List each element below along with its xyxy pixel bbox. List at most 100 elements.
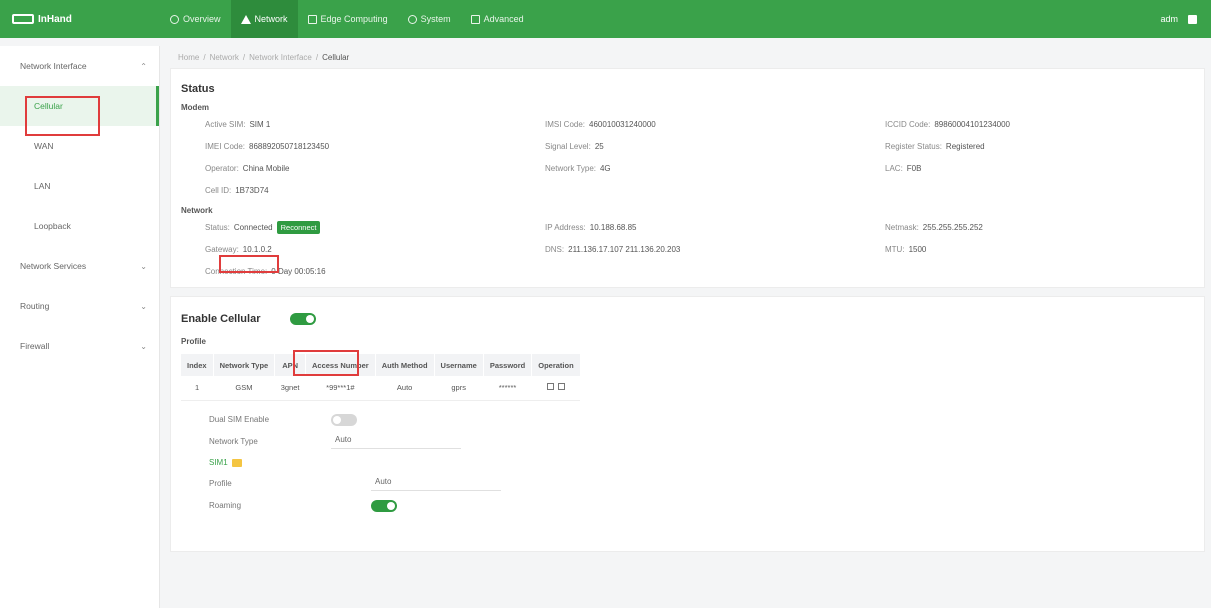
advanced-icon: [470, 14, 480, 24]
modem-section-label: Modem: [181, 103, 209, 112]
table-row: 1 GSM 3gnet *99***1# Auto gprs ******: [181, 376, 581, 401]
table-cell: 1: [181, 376, 214, 401]
table-header-cell: APN: [274, 354, 306, 376]
status-panel: Status Modem Active SIM: SIM 1 IMSI Code: 4…: [170, 68, 1205, 288]
network-info-item: IP Address: 10.188.68.85: [545, 221, 885, 233]
kv-value: Registered: [945, 141, 985, 151]
breadcrumb-item[interactable]: Network Interface: [249, 53, 312, 62]
sidebar: Network Interface ⌃ Cellular WAN LAN Loo…: [0, 46, 160, 608]
connection-status-value: Connected: [233, 222, 273, 232]
table-cell: Auto: [375, 376, 435, 401]
kv-label: Gateway:: [205, 244, 239, 254]
sidebar-item-cellular[interactable]: Cellular: [0, 86, 159, 126]
profile-table: Index Network Type APN Access Number Auth Me…: [181, 354, 581, 401]
sidebar-group-routing[interactable]: Routing ⌄: [0, 286, 159, 326]
network-type-label: Network Type: [209, 437, 258, 446]
sidebar-item-label: Loopback: [34, 221, 71, 231]
enable-cellular-title: Enable Cellular: [181, 313, 261, 325]
roaming-label: Roaming: [209, 501, 242, 510]
nav-advanced[interactable]: Advanced: [461, 0, 534, 38]
sidebar-item-label: WAN: [34, 141, 54, 151]
system-icon: [407, 14, 417, 24]
network-section-label: Network: [181, 206, 213, 215]
top-navigation-bar: InHand Overview Network Edge Computing S…: [0, 0, 1211, 38]
modem-info-item: Active SIM: SIM 1: [205, 118, 545, 130]
profile-select[interactable]: Auto: [371, 477, 501, 491]
network-icon: [240, 14, 251, 24]
modem-info-item: IMEI Code: 868892050718123450: [205, 140, 545, 152]
sidebar-group-network-interface[interactable]: Network Interface ⌃: [0, 46, 159, 86]
sidebar-item-lan[interactable]: LAN: [0, 166, 159, 206]
kv-label: Connection Time:: [205, 266, 268, 276]
kv-value: 1B73D74: [235, 185, 269, 195]
nav-overview[interactable]: Overview: [160, 0, 231, 38]
edge-icon: [307, 14, 317, 24]
breadcrumb-item[interactable]: Home: [178, 53, 199, 62]
sidebar-item-label: LAN: [34, 181, 51, 191]
table-cell: GSM: [213, 376, 275, 401]
kv-value: 0 Day 00:05:16: [271, 266, 326, 276]
network-info-item: Netmask: 255.255.255.252: [885, 221, 1205, 233]
kv-value: China Mobile: [242, 163, 290, 173]
status-title: Status: [181, 83, 215, 95]
table-header-row: Index Network Type APN Access Number Auth Me…: [181, 354, 581, 376]
kv-label: Active SIM:: [205, 119, 246, 129]
kv-label: ICCID Code:: [885, 119, 931, 129]
breadcrumb-current: Cellular: [322, 52, 350, 62]
breadcrumb: Home / Network / Network Interface / Cellul…: [178, 52, 350, 62]
enable-cellular-toggle[interactable]: [290, 313, 317, 325]
kv-value: 10.188.68.85: [589, 222, 637, 232]
breadcrumb-item[interactable]: Network: [210, 53, 239, 62]
nav-network[interactable]: Network: [230, 0, 298, 38]
profile-section-label: Profile: [181, 337, 206, 346]
modem-info-item: [885, 184, 1205, 196]
network-info-item: DNS: 211.136.17.107 211.136.20.203: [545, 243, 885, 255]
kv-label: Cell ID:: [205, 185, 232, 195]
network-info-grid: Status: Connected Reconnect IP Address: 1…: [181, 220, 1194, 277]
kv-label: IMSI Code:: [545, 119, 586, 129]
kv-value: 255.255.255.252: [922, 222, 983, 232]
chevron-down-icon: ⌄: [140, 261, 147, 271]
cellular-panel: Enable Cellular Profile Index Network Typ…: [170, 296, 1205, 552]
roaming-toggle[interactable]: [371, 499, 397, 512]
reconnect-button[interactable]: Reconnect: [276, 220, 321, 234]
nav-system-label: System: [420, 14, 451, 24]
network-info-item: [545, 265, 885, 277]
dual-sim-toggle[interactable]: [331, 413, 357, 426]
main-nav: Overview Network Edge Computing System A…: [160, 0, 534, 38]
main-content: Home / Network / Network Interface / Cellul…: [170, 46, 1205, 608]
modem-info-item: Register Status: Registered: [885, 140, 1205, 152]
kv-label: IP Address:: [545, 222, 586, 232]
sidebar-item-loopback[interactable]: Loopback: [0, 206, 159, 246]
user-menu-icon[interactable]: [1188, 14, 1197, 24]
table-header-cell: Index: [181, 354, 214, 376]
table-header-cell: Access Number: [305, 354, 376, 376]
kv-value: 460010031240000: [589, 119, 656, 129]
username[interactable]: adm: [1160, 14, 1178, 24]
network-type-select[interactable]: Auto: [331, 435, 461, 449]
network-type-row: Network Type Auto: [181, 431, 1194, 453]
brand-logo[interactable]: InHand: [0, 0, 160, 38]
modem-info-item: Network Type: 4G: [545, 162, 885, 174]
nav-advanced-label: Advanced: [483, 14, 524, 24]
delete-icon[interactable]: [557, 383, 565, 391]
table-cell: 3gnet: [274, 376, 306, 401]
sidebar-group-network-services[interactable]: Network Services ⌄: [0, 246, 159, 286]
table-header-cell: Network Type: [213, 354, 276, 376]
nav-edge-label: Edge Computing: [320, 14, 388, 24]
kv-label: Operator:: [205, 163, 239, 173]
sim1-expander[interactable]: SIM1: [181, 453, 1194, 473]
nav-system[interactable]: System: [398, 0, 461, 38]
sidebar-item-label: Cellular: [34, 101, 63, 111]
sidebar-item-wan[interactable]: WAN: [0, 126, 159, 166]
edit-icon[interactable]: [546, 383, 554, 391]
table-cell: ******: [483, 376, 532, 401]
logo-icon: [12, 14, 34, 24]
network-info-item: Connection Time: 0 Day 00:05:16: [205, 265, 545, 277]
modem-info-item: Operator: China Mobile: [205, 162, 545, 174]
top-right-area: adm: [1160, 0, 1197, 38]
sidebar-group-firewall[interactable]: Firewall ⌄: [0, 326, 159, 366]
network-info-item: Gateway: 10.1.0.2: [205, 243, 545, 255]
nav-edge-computing[interactable]: Edge Computing: [298, 0, 398, 38]
kv-value: 1500: [908, 244, 927, 254]
